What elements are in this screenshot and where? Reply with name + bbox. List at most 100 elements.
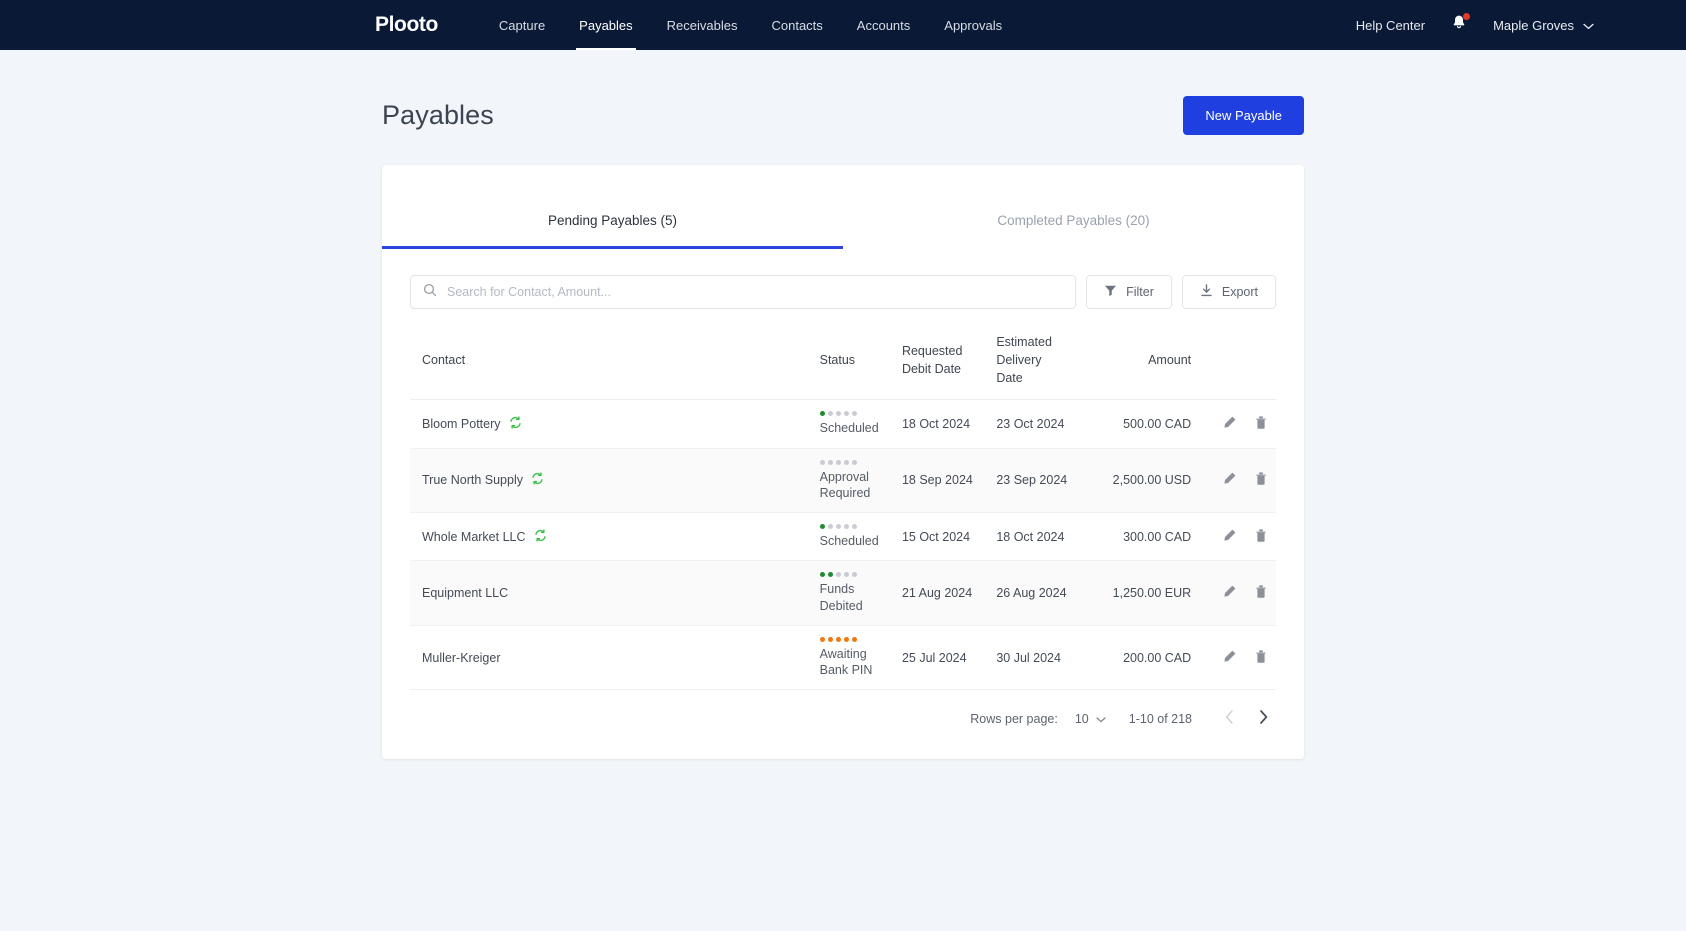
table-row[interactable]: True North Supply Approval Required 18 Se… (410, 448, 1276, 513)
cell-requested-debit-date: 18 Oct 2024 (901, 417, 971, 431)
search-box[interactable] (410, 275, 1077, 309)
pencil-icon[interactable] (1222, 528, 1237, 546)
cell-actions (1199, 513, 1276, 561)
recurring-icon (534, 529, 547, 545)
table-row[interactable]: Muller-Kreiger Awaiting Bank PIN 25 Jul 2… (410, 625, 1276, 690)
cell-status: Approval Required (812, 448, 894, 513)
status-label-line: Funds (819, 582, 855, 597)
pagination-prev-button[interactable] (1219, 708, 1240, 729)
header-amount[interactable]: Amount (1080, 333, 1200, 401)
export-button[interactable]: Export (1181, 275, 1276, 309)
table-row[interactable]: Bloom Pottery Scheduled 18 Oct 2024 23 O… (410, 400, 1276, 449)
contact-name: Bloom Pottery (422, 417, 501, 431)
cell-requested-debit-date: 21 Aug 2024 (901, 586, 973, 601)
nav-item-payables[interactable]: Payables (562, 0, 649, 50)
status-dot (835, 524, 841, 530)
status-dot (835, 572, 841, 578)
trash-icon[interactable] (1254, 584, 1268, 602)
nav-item-contacts[interactable]: Contacts (754, 0, 839, 50)
status-dot (851, 524, 857, 530)
recurring-icon (509, 416, 522, 432)
cell-status: Scheduled (812, 400, 894, 448)
funnel-icon (1104, 284, 1117, 300)
tab-completed-payables[interactable]: Completed Payables (20) (843, 165, 1304, 249)
new-payable-button[interactable]: New Payable (1183, 96, 1304, 135)
header-requested-line-1: Requested (901, 344, 963, 359)
table-row[interactable]: Whole Market LLC Scheduled 15 Oct 2024 1… (410, 513, 1276, 561)
notifications-button[interactable] (1451, 13, 1471, 36)
table-header-row: Contact Status Requested Debit Date Esti… (410, 333, 1276, 401)
rows-per-page-select[interactable]: 10 (1075, 712, 1106, 726)
trash-icon[interactable] (1254, 415, 1268, 433)
status-dot (851, 636, 857, 642)
status-dot (843, 459, 849, 465)
rows-per-page-label: Rows per page: (970, 711, 1058, 726)
status-dot (819, 524, 825, 530)
status-dot (843, 524, 849, 530)
search-input[interactable] (447, 285, 1064, 299)
header-estimated-delivery-date[interactable]: Estimated Delivery Date (988, 333, 1081, 401)
header-requested-debit-date[interactable]: Requested Debit Date (893, 333, 989, 401)
pencil-icon[interactable] (1222, 471, 1237, 489)
status-dot (843, 572, 849, 578)
top-navigation-bar: Plooto Capture Payables Receivables Cont… (0, 0, 1686, 50)
nav-item-approvals[interactable]: Approvals (927, 0, 1019, 50)
cell-status: Awaiting Bank PIN (812, 625, 894, 690)
trash-icon[interactable] (1254, 471, 1268, 489)
pencil-icon[interactable] (1222, 415, 1237, 433)
pencil-icon[interactable] (1222, 649, 1237, 667)
header-requested-line-2: Debit Date (901, 362, 962, 377)
cell-actions (1199, 625, 1276, 690)
status-dot (827, 459, 833, 465)
nav-item-capture[interactable]: Capture (482, 0, 562, 50)
status-label-line: Scheduled (819, 534, 879, 549)
payables-tabs: Pending Payables (5) Completed Payables … (382, 165, 1304, 249)
status-dots (819, 572, 886, 578)
chevron-down-icon (1583, 18, 1594, 33)
brand-logo[interactable]: Plooto (375, 0, 438, 50)
cell-contact: True North Supply (410, 448, 812, 513)
status-dots (819, 524, 886, 530)
trash-icon[interactable] (1254, 649, 1268, 667)
help-center-link[interactable]: Help Center (1356, 18, 1425, 33)
trash-icon[interactable] (1254, 528, 1268, 546)
table-row[interactable]: Equipment LLC Funds Debited 21 Aug 2024 2… (410, 560, 1276, 626)
header-estimated-line-3: Date (996, 371, 1023, 386)
status-dot (827, 572, 833, 578)
cell-amount: 1,250.00 EUR (1112, 586, 1192, 601)
cell-contact: Muller-Kreiger (410, 625, 812, 690)
status-dot (827, 524, 833, 530)
pencil-icon[interactable] (1222, 584, 1237, 602)
cell-actions (1199, 561, 1276, 626)
header-status[interactable]: Status (811, 333, 894, 401)
contact-name: Equipment LLC (422, 586, 509, 601)
download-icon (1200, 284, 1213, 300)
status-dot (843, 636, 849, 642)
tab-pending-payables[interactable]: Pending Payables (5) (382, 165, 843, 249)
cell-amount: 2,500.00 USD (1112, 473, 1192, 488)
cell-requested-debit-date: 18 Sep 2024 (901, 473, 973, 488)
status-label-line: Scheduled (819, 421, 879, 436)
status-dot (819, 636, 825, 642)
status-dot (827, 411, 833, 417)
page-header: Payables New Payable (382, 50, 1304, 135)
cell-status: Funds Debited (812, 561, 894, 626)
status-dot (835, 459, 841, 465)
status-dot (819, 459, 825, 465)
user-account-menu[interactable]: Maple Groves (1493, 18, 1594, 33)
pagination-next-button[interactable] (1253, 708, 1274, 729)
status-dots (819, 636, 886, 642)
nav-item-accounts[interactable]: Accounts (840, 0, 927, 50)
header-contact[interactable]: Contact (410, 333, 812, 401)
chevron-left-icon (1225, 710, 1234, 727)
nav-item-receivables[interactable]: Receivables (650, 0, 755, 50)
nav-right-group: Help Center Maple Groves (1356, 0, 1686, 50)
status-dot (851, 459, 857, 465)
filter-button[interactable]: Filter (1086, 275, 1172, 309)
table-header: Contact Status Requested Debit Date Esti… (410, 333, 1276, 401)
cell-contact: Bloom Pottery (410, 400, 812, 448)
payables-card: Pending Payables (5) Completed Payables … (382, 165, 1304, 760)
pagination: Rows per page: 10 1-10 of 218 (382, 690, 1304, 729)
table-toolbar: Filter Export (382, 249, 1304, 309)
cell-estimated-delivery-date: 23 Oct 2024 (996, 417, 1065, 431)
